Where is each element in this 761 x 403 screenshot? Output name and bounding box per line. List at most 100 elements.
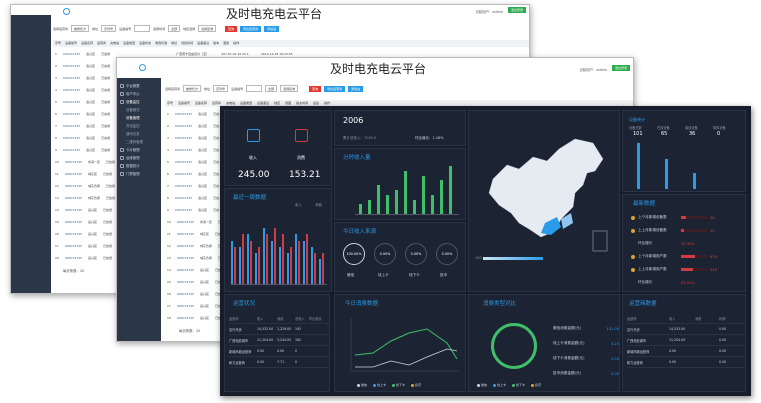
source-ring: 0.00% (405, 243, 427, 265)
legend-item: 线下卡 (512, 383, 525, 387)
region-select[interactable]: 选择区域 (280, 85, 299, 92)
sidebar-item[interactable]: 设备概况 (120, 107, 158, 112)
table-cell: 905070345 (176, 316, 195, 320)
sidebar-item[interactable]: 充电监控 (120, 123, 158, 128)
sidebar-item[interactable]: 用户中心 (120, 91, 158, 96)
ratio-item: 线上卡消费金额(元) 3.25 (553, 336, 619, 351)
sidebar-item[interactable]: 通讯记录 (120, 131, 158, 136)
add-station-button[interactable]: 添加站 (348, 85, 364, 92)
table-cell: 已启 (213, 172, 220, 176)
source-label: 投币 (440, 273, 448, 277)
latest-progress-fill (681, 216, 687, 219)
chart-bar-consume (249, 240, 252, 284)
device-stat-value: 65 (661, 131, 668, 137)
table-cell: 905070345 (176, 232, 195, 236)
back-pagination[interactable]: 每页条数：20 (63, 268, 84, 273)
date-select[interactable]: 全部 (265, 85, 278, 92)
add-station-button[interactable]: 添加站 (264, 25, 280, 32)
latest-row: 上个月新增设备数 38 (631, 211, 745, 224)
table-header-row: 运营商 收入 消费 总收入 环比增长 (229, 313, 329, 324)
china-map (488, 138, 608, 252)
logout-button[interactable]: 退出登录 (611, 65, 630, 71)
legend-item: 线上卡 (373, 383, 386, 387)
table-cell: 嘉兴区 (86, 88, 96, 92)
table-header-row: 运营商 收入 消费 利润 (627, 313, 745, 324)
sidebar-item[interactable]: 门禁管理 (120, 171, 158, 176)
ratio-legend: 微信 线上卡 线下卡 投币 (477, 383, 541, 387)
hourly-bar (377, 185, 380, 214)
chart-bar-consume (313, 253, 316, 284)
table-cell: 嘉兴区 (86, 112, 96, 116)
back-sidebar (11, 15, 51, 293)
table-cell: 0.00 (669, 360, 677, 364)
table-cell: 11,204.00 (257, 338, 274, 342)
region-select[interactable]: 选择区域 (198, 25, 217, 32)
ops2-table: 运营商 收入 消费 利润 嘉兴光伏 14,532.00 0.00 广西电影城市 11,204.0… (627, 313, 745, 368)
sidebar-item-label: 通讯记录 (126, 132, 140, 136)
device-input[interactable] (134, 25, 151, 32)
table-cell: 已启用 (103, 232, 113, 236)
serial-select[interactable]: 序列号 (213, 85, 229, 92)
sidebar-item-label: 门禁管理 (126, 172, 140, 176)
sidebar-item[interactable]: 二维码管理 (120, 139, 158, 144)
device-input[interactable] (246, 85, 263, 92)
mid-sidebar: 平台概要用户中心设备监控设备概况设备管理充电监控通讯记录二维码管理卡片管理运维管… (117, 78, 161, 341)
table-header-cell: 运营商 (229, 316, 239, 321)
sidebar-item[interactable]: 设备监控 (120, 99, 158, 104)
operator-select[interactable]: 被委托方 (183, 85, 202, 92)
sidebar-item[interactable]: 运维管理 (120, 155, 158, 160)
recent-legend-consume: 消费 (315, 203, 322, 207)
table-header-cell: 更新 (223, 41, 230, 45)
table-cell: 嘉兴区 (198, 184, 208, 188)
table-row: 新城商城运营商 0.00 0.00 0 (229, 346, 329, 357)
sidebar-item[interactable]: 数据统计 (120, 163, 158, 168)
table-cell: 17 (55, 244, 59, 248)
table-cell: 嘉兴区 (200, 268, 210, 272)
table-cell: 已启用 (101, 124, 111, 128)
table-cell: 城东区 (88, 172, 98, 176)
table-cell: 11 (55, 172, 59, 176)
search-button[interactable]: 查询 (309, 85, 322, 92)
map-panel: 100 (468, 110, 620, 292)
export-button[interactable]: 导出运营商 (240, 25, 262, 32)
income-label: 收入 (249, 155, 257, 160)
table-cell: 嘉兴区 (86, 100, 96, 104)
source-pct: 0.00% (379, 252, 391, 256)
date-select[interactable]: 全部 (168, 25, 181, 32)
table-cell: 905070345 (174, 112, 193, 116)
table-cell: 905070345 (62, 52, 81, 56)
table-header-cell: 收费标准 (155, 41, 168, 45)
filter-label: 地址 (204, 86, 211, 91)
device-stat-label: 故障设备 (713, 126, 726, 130)
export-button[interactable]: 导出运营商 (324, 85, 346, 92)
logout-button[interactable]: 退出登录 (507, 7, 526, 13)
table-cell: 14,532.00 (669, 327, 686, 331)
legend-label: 微信 (481, 383, 488, 387)
table-cell: 905070345 (176, 220, 195, 224)
source-ring: 100.00% (343, 243, 365, 265)
sidebar-item[interactable]: 卡片管理 (120, 147, 158, 152)
ratio-panel: 消费类型对比 微信 线上卡 线下卡 投币 微信消费金额(元) 141.00 线上卡消费金额… (468, 294, 620, 392)
table-header-cell: 消费 (277, 316, 284, 321)
latest-label: 上上月新增用户数 (638, 267, 667, 271)
legend-swatch (411, 383, 415, 387)
chart-bar-consume (297, 240, 300, 284)
legend-label: 线下卡 (516, 383, 526, 387)
sidebar-item-label: 二维码管理 (126, 140, 143, 144)
recent-week-panel: 最近一周数据 收入 消费 (224, 188, 332, 292)
serial-select[interactable]: 序列号 (101, 25, 117, 32)
search-button[interactable]: 查询 (225, 25, 238, 32)
table-cell: 0.00 (719, 349, 727, 353)
table-cell: 905070345 (176, 292, 195, 296)
table-cell: 已启用 (101, 100, 111, 104)
table-cell: 城东区 (200, 232, 210, 236)
table-cell: 已启用 (106, 196, 116, 200)
operator-select[interactable]: 被委托方 (71, 25, 90, 32)
table-cell: 4 (55, 88, 57, 92)
table-cell: 嘉兴区 (86, 148, 96, 152)
mid-pagination[interactable]: 每页条数：20 (179, 328, 200, 333)
table-cell: 嘉兴区 (198, 160, 208, 164)
sidebar-item[interactable]: 设备管理 (120, 115, 158, 120)
sidebar-item[interactable]: 平台概要 (120, 83, 158, 88)
table-cell: 已启 (213, 160, 220, 164)
